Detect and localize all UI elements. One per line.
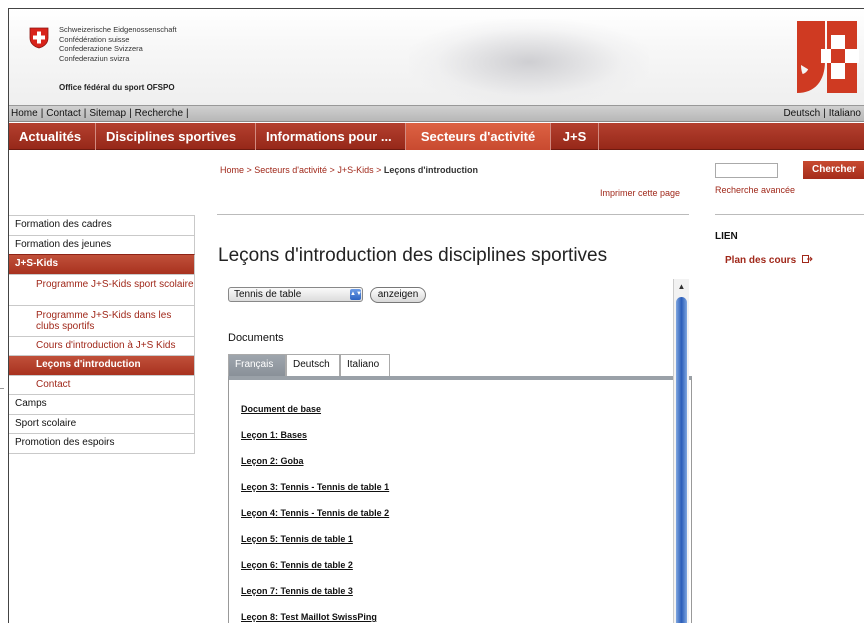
main-navigation: Actualités Disciplines sportives Informa… bbox=[9, 123, 864, 150]
nav-tab-secteurs[interactable]: Secteurs d'activité bbox=[406, 123, 551, 150]
content-divider bbox=[217, 214, 689, 215]
document-link[interactable]: Leçon 3: Tennis - Tennis de table 1 bbox=[241, 482, 389, 492]
breadcrumb: Home > Secteurs d'activité > J+S-Kids > … bbox=[220, 165, 478, 175]
side-divider bbox=[715, 214, 864, 215]
document-link[interactable]: Leçon 1: Bases bbox=[241, 430, 307, 440]
sidebar-subitem-sport-scolaire[interactable]: Programme J+S-Kids sport scolaire bbox=[9, 273, 195, 305]
document-link[interactable]: Leçon 2: Goba bbox=[241, 456, 304, 466]
document-link[interactable]: Leçon 6: Tennis de table 2 bbox=[241, 560, 353, 570]
search-button[interactable]: Chercher bbox=[803, 161, 864, 179]
select-arrows-icon: ▲▼ bbox=[350, 289, 362, 300]
language-links: Deutsch | Italiano bbox=[783, 108, 861, 119]
home-link[interactable]: Home bbox=[11, 108, 38, 119]
header-background-image bbox=[409, 19, 649, 105]
documents-panel: Document de base Leçon 1: Bases Leçon 2:… bbox=[228, 376, 692, 623]
contact-link[interactable]: Contact bbox=[46, 108, 80, 119]
office-name: Office fédéral du sport OFSPO bbox=[59, 83, 175, 92]
sidebar-item-formation-jeunes[interactable]: Formation des jeunes bbox=[9, 234, 195, 254]
breadcrumb-jskids[interactable]: J+S-Kids bbox=[337, 165, 373, 175]
margin-mark bbox=[0, 388, 4, 389]
lien-heading: LIEN bbox=[715, 231, 738, 242]
site-header: Schweizerische Eidgenossenschaft Confédé… bbox=[9, 9, 864, 105]
sidebar-item-formation-cadres[interactable]: Formation des cadres bbox=[9, 215, 195, 235]
document-link[interactable]: Leçon 4: Tennis - Tennis de table 2 bbox=[241, 508, 389, 518]
sidebar-item-camps[interactable]: Camps bbox=[9, 394, 195, 414]
breadcrumb-home[interactable]: Home bbox=[220, 165, 244, 175]
scrollbar-thumb[interactable] bbox=[676, 297, 687, 623]
external-link-icon bbox=[801, 255, 813, 266]
nav-tab-actualites[interactable]: Actualités bbox=[9, 123, 96, 150]
confederation-line-rm: Confederaziun svizra bbox=[59, 53, 130, 63]
sidebar-item-promotion-espoirs[interactable]: Promotion des espoirs bbox=[9, 433, 195, 453]
confederation-line-it: Confederazione Svizzera bbox=[59, 44, 143, 53]
document-link[interactable]: Document de base bbox=[241, 404, 321, 414]
discipline-select-value: Tennis de table bbox=[234, 289, 302, 300]
nav-tab-informations[interactable]: Informations pour ... bbox=[256, 123, 406, 150]
tab-francais[interactable]: Français bbox=[228, 354, 286, 376]
tab-italiano[interactable]: Italiano bbox=[340, 354, 390, 376]
swiss-coat-of-arms-icon bbox=[29, 27, 49, 49]
sidebar-subitem-lecons-introduction[interactable]: Leçons d'introduction bbox=[9, 355, 195, 375]
document-link[interactable]: Leçon 7: Tennis de table 3 bbox=[241, 586, 353, 596]
confederation-names: Schweizerische Eidgenossenschaft Confédé… bbox=[59, 25, 177, 63]
lang-italiano-link[interactable]: Italiano bbox=[829, 108, 861, 119]
breadcrumb-current: Leçons d'introduction bbox=[383, 165, 478, 175]
content-scrollbar[interactable]: ▲ bbox=[673, 279, 689, 623]
nav-tab-js[interactable]: J+S bbox=[551, 123, 599, 150]
j-plus-s-logo[interactable] bbox=[793, 21, 859, 93]
sidebar-subitem-contact[interactable]: Contact bbox=[9, 374, 195, 394]
sitemap-link[interactable]: Sitemap bbox=[89, 108, 126, 119]
advanced-search-link[interactable]: Recherche avancée bbox=[715, 185, 795, 195]
tab-deutsch[interactable]: Deutsch bbox=[286, 354, 340, 376]
sidebar-subitem-cours-introduction[interactable]: Cours d'introduction à J+S Kids bbox=[9, 335, 195, 355]
scroll-up-arrow-icon[interactable]: ▲ bbox=[676, 281, 687, 292]
nav-tab-disciplines[interactable]: Disciplines sportives bbox=[96, 123, 256, 150]
sidebar-subitem-clubs-sportifs[interactable]: Programme J+S-Kids dans les clubs sporti… bbox=[9, 304, 195, 336]
document-link[interactable]: Leçon 8: Test Maillot SwissPing bbox=[241, 612, 377, 622]
plan-des-cours-link[interactable]: Plan des cours bbox=[725, 255, 813, 266]
document-link[interactable]: Leçon 5: Tennis de table 1 bbox=[241, 534, 353, 544]
confederation-line-fr: Confédération suisse bbox=[59, 34, 130, 44]
confederation-line-de: Schweizerische Eidgenossenschaft bbox=[59, 25, 177, 34]
recherche-link[interactable]: Recherche bbox=[135, 108, 183, 119]
sidebar-item-sport-scolaire[interactable]: Sport scolaire bbox=[9, 413, 195, 433]
print-page-link[interactable]: Imprimer cette page bbox=[600, 188, 680, 198]
page-title: Leçons d'introduction des disciplines sp… bbox=[218, 245, 608, 266]
utility-links: Home | Contact | Sitemap | Recherche | bbox=[11, 108, 189, 119]
utility-bar: Home | Contact | Sitemap | Recherche | Deutsch |… bbox=[9, 105, 864, 122]
search-input[interactable] bbox=[715, 163, 778, 178]
anzeigen-button[interactable]: anzeigen bbox=[370, 287, 426, 303]
discipline-select[interactable]: Tennis de table ▲▼ bbox=[228, 287, 363, 302]
browser-page: Schweizerische Eidgenossenschaft Confédé… bbox=[8, 8, 864, 623]
documents-label: Documents bbox=[228, 332, 284, 344]
lang-deutsch-link[interactable]: Deutsch bbox=[783, 108, 820, 119]
left-sidebar: Formation des cadres Formation des jeune… bbox=[9, 215, 195, 454]
breadcrumb-secteurs[interactable]: Secteurs d'activité bbox=[254, 165, 327, 175]
sidebar-item-js-kids[interactable]: J+S-Kids bbox=[9, 254, 195, 274]
plan-des-cours-label: Plan des cours bbox=[725, 255, 797, 267]
